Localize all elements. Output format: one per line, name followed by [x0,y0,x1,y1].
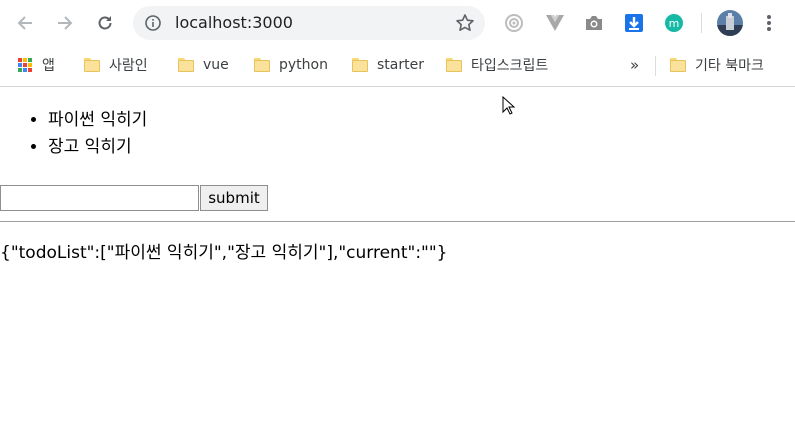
folder-icon [84,58,100,72]
bookmark-label: starter [377,57,424,73]
bookmark-folder-python[interactable]: python [254,54,328,76]
bookmark-label: vue [203,57,229,73]
folder-icon [446,58,462,72]
reload-icon[interactable] [90,8,120,38]
bookmark-label: 사람인 [109,58,148,74]
todo-item: 파이썬 익히기 [48,107,147,134]
mouse-cursor-icon [502,96,516,115]
bookmark-label: 앱 [42,58,55,74]
bookmark-folder-other[interactable]: 기타 북마크 [670,54,764,76]
browser-toolbar: localhost:3000 m [0,0,795,45]
todo-input[interactable] [0,185,199,211]
star-icon[interactable] [455,13,475,33]
todo-list: 파이썬 익히기 장고 익히기 [0,107,147,161]
forward-arrow-icon[interactable] [50,8,80,38]
bookmark-apps[interactable]: 앱 [18,54,55,76]
folder-icon [670,58,686,72]
todo-item: 장고 익히기 [48,134,147,161]
bookmarks-divider [655,56,656,76]
bookmarks-bar: 앱 사람인 vue python starter 타입스크립트 » 기타 북마크 [0,45,795,87]
camera-extension-icon[interactable] [582,11,606,35]
address-bar[interactable]: localhost:3000 [133,6,485,40]
submit-button[interactable]: submit [200,185,268,211]
chevron-double-right-icon: » [630,56,640,74]
kebab-menu-icon[interactable] [757,11,781,35]
bookmark-folder-typescript[interactable]: 타입스크립트 [446,54,548,76]
download-extension-icon[interactable] [622,11,646,35]
info-icon[interactable] [145,15,161,31]
profile-avatar[interactable] [716,9,744,37]
folder-icon [178,58,194,72]
divider [0,221,795,222]
page-viewport: 파이썬 익히기 장고 익히기 submit {"todoList":["파이썬 … [0,87,795,424]
vue-devtools-icon[interactable] [543,11,567,35]
bookmark-label: 기타 북마크 [695,58,764,74]
apps-grid-icon [18,58,32,72]
bookmark-folder-saramin[interactable]: 사람인 [84,54,148,76]
state-json-output: {"todoList":["파이썬 익히기","장고 익히기"],"curren… [0,243,448,263]
bookmark-folder-starter[interactable]: starter [352,54,424,76]
bookmark-label: python [279,57,328,73]
svg-text:m: m [669,17,680,30]
m-extension-icon[interactable]: m [662,11,686,35]
folder-icon [352,58,368,72]
toolbar-divider [701,13,702,33]
back-arrow-icon[interactable] [10,8,40,38]
url-text[interactable]: localhost:3000 [175,13,293,33]
record-extension-icon[interactable] [502,11,526,35]
bookmark-label: 타입스크립트 [471,58,549,74]
bookmark-folder-vue[interactable]: vue [178,54,229,76]
folder-icon [254,58,270,72]
bookmarks-overflow-button[interactable]: » [630,54,639,76]
